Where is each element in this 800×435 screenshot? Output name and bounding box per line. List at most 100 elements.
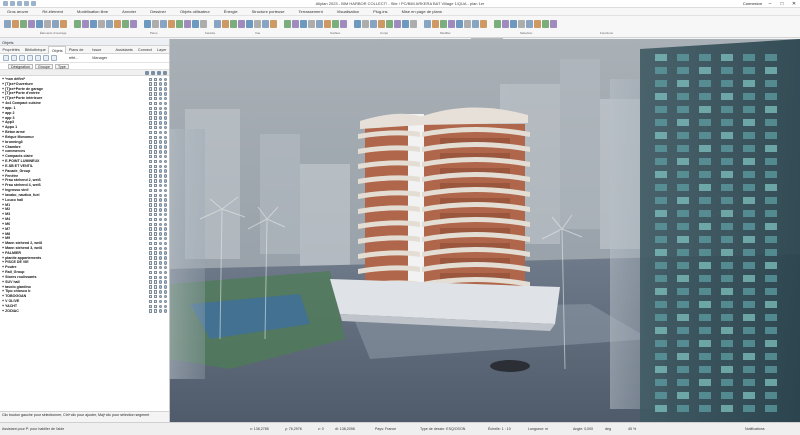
eye-icon[interactable]	[163, 96, 167, 101]
ribbon-tool-icon[interactable]	[160, 20, 167, 28]
lock-icon[interactable]	[148, 198, 152, 202]
ribbon-tool-icon[interactable]	[152, 20, 159, 28]
eye-icon[interactable]	[158, 261, 162, 265]
layer-icon[interactable]	[153, 87, 157, 91]
lock-icon[interactable]	[148, 241, 152, 246]
ribbon-tool-icon[interactable]	[432, 20, 439, 28]
layer-icon[interactable]	[153, 290, 157, 294]
layer-icon[interactable]	[153, 101, 157, 106]
eye-icon[interactable]	[158, 208, 162, 212]
eye-icon[interactable]	[158, 212, 162, 217]
eye-icon[interactable]	[158, 169, 162, 173]
lock-icon[interactable]	[148, 208, 152, 212]
ribbon-tab[interactable]: Terrassement	[291, 8, 329, 16]
layer-icon[interactable]	[153, 265, 157, 270]
eye-icon[interactable]	[158, 145, 162, 149]
panel-tab[interactable]: Propriétés	[0, 46, 22, 54]
eye-icon[interactable]	[158, 265, 162, 270]
layer-icon[interactable]	[151, 70, 155, 75]
eye-icon[interactable]	[163, 309, 167, 313]
notifications-button[interactable]: Notifications	[745, 427, 765, 431]
lock-icon[interactable]	[148, 217, 152, 222]
layer-icon[interactable]	[153, 299, 157, 304]
lock-icon[interactable]	[145, 70, 149, 75]
ribbon-tool-icon[interactable]	[526, 20, 533, 28]
layer-icon[interactable]	[153, 92, 157, 96]
lock-icon[interactable]	[148, 285, 152, 289]
eye-icon[interactable]	[158, 121, 162, 125]
eye-icon[interactable]	[158, 246, 162, 251]
ribbon-tool-icon[interactable]	[238, 20, 245, 28]
lock-icon[interactable]	[148, 193, 152, 198]
ribbon-tab[interactable]: Mise en page de plans	[395, 8, 449, 16]
lock-icon[interactable]	[148, 101, 152, 106]
ribbon-tool-icon[interactable]	[74, 20, 81, 28]
maximize-icon[interactable]: □	[778, 1, 786, 7]
eye-icon[interactable]	[163, 222, 167, 226]
eye-icon[interactable]	[158, 159, 162, 164]
ribbon-tool-icon[interactable]	[456, 20, 463, 28]
eye-icon[interactable]	[158, 222, 162, 226]
eye-icon[interactable]	[158, 203, 162, 207]
layer-icon[interactable]	[153, 275, 157, 280]
eye-icon[interactable]	[163, 212, 167, 217]
ribbon-tab[interactable]: Modélisation libre	[70, 8, 115, 16]
layer-icon[interactable]	[153, 232, 157, 236]
ribbon-tool-icon[interactable]	[262, 20, 269, 28]
eye-icon[interactable]	[163, 145, 167, 149]
eye-icon[interactable]	[158, 111, 162, 115]
eye-icon[interactable]	[163, 270, 167, 275]
lock-icon[interactable]	[148, 145, 152, 149]
ribbon-tool-icon[interactable]	[440, 20, 447, 28]
layer-icon[interactable]	[153, 179, 157, 183]
lock-icon[interactable]	[148, 304, 152, 309]
layer-icon[interactable]	[153, 246, 157, 251]
ribbon-tool-icon[interactable]	[184, 20, 191, 28]
panel-tab[interactable]: Connect	[135, 46, 154, 54]
ribbon-tool-icon[interactable]	[534, 20, 541, 28]
eye-icon[interactable]	[158, 164, 162, 169]
ribbon-tool-icon[interactable]	[130, 20, 137, 28]
drawing-type[interactable]: Type de dessin: ESQ/OSON	[420, 427, 465, 431]
eye-icon[interactable]	[158, 198, 162, 202]
eye-icon[interactable]	[163, 198, 167, 202]
ribbon-tool-icon[interactable]	[168, 20, 175, 28]
layer-icon[interactable]	[153, 140, 157, 144]
close-icon[interactable]: ✕	[790, 1, 798, 7]
eye-icon[interactable]	[158, 116, 162, 120]
lock-icon[interactable]	[148, 256, 152, 260]
back-icon[interactable]	[3, 55, 9, 61]
ribbon-tool-icon[interactable]	[292, 20, 299, 28]
ribbon-tool-icon[interactable]	[176, 20, 183, 28]
angle-unit[interactable]: deg	[605, 427, 611, 431]
eye-icon[interactable]	[163, 135, 167, 140]
eye-icon[interactable]	[163, 261, 167, 265]
panel-tab[interactable]: Objets	[48, 45, 67, 54]
lock-icon[interactable]	[148, 87, 152, 91]
panel-tab[interactable]: Issue Manager	[90, 46, 113, 60]
panel-tab[interactable]: Assistants	[113, 46, 135, 54]
lock-icon[interactable]	[148, 294, 152, 299]
layer-icon[interactable]	[153, 198, 157, 202]
lock-icon[interactable]	[148, 265, 152, 270]
eye-icon[interactable]	[158, 179, 162, 183]
layer-icon[interactable]	[153, 294, 157, 299]
eye-icon[interactable]	[158, 92, 162, 96]
eye-icon[interactable]	[163, 246, 167, 251]
lock-icon[interactable]	[148, 232, 152, 236]
eye-icon[interactable]	[158, 227, 162, 231]
lock-icon[interactable]	[148, 159, 152, 164]
layer-icon[interactable]	[153, 174, 157, 178]
eye-icon[interactable]	[158, 232, 162, 236]
eye-icon[interactable]	[163, 111, 167, 115]
ribbon-tool-icon[interactable]	[4, 20, 11, 28]
layer-icon[interactable]	[153, 154, 157, 159]
group-icon[interactable]	[27, 55, 33, 61]
lock-icon[interactable]	[148, 183, 152, 188]
eye-icon[interactable]	[163, 232, 167, 236]
eye-icon[interactable]	[163, 150, 167, 154]
eye-icon[interactable]	[158, 217, 162, 222]
sort-icon[interactable]	[11, 55, 17, 61]
lock-icon[interactable]	[148, 299, 152, 304]
ribbon-tool-icon[interactable]	[254, 20, 261, 28]
